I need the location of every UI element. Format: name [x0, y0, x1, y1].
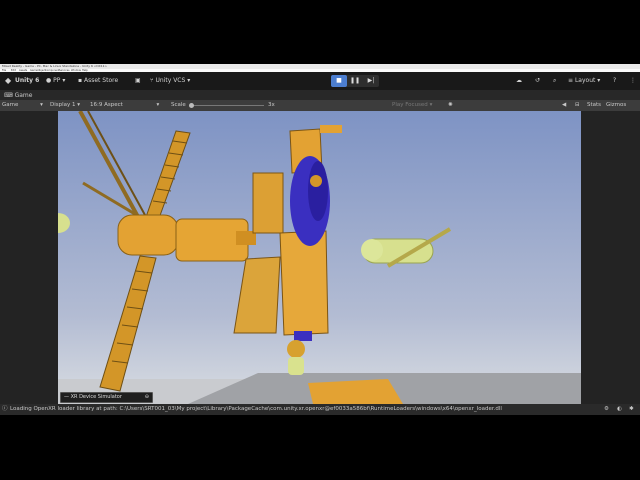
blue-connector — [294, 331, 312, 341]
scale-slider-handle[interactable] — [189, 103, 194, 108]
stats-button[interactable]: Stats — [587, 102, 601, 109]
settings-gear-icon[interactable]: ✺ — [448, 102, 453, 109]
node-block — [252, 172, 284, 234]
play-focused-label: Play Focused — [392, 102, 428, 108]
gamepad-icon: ⌨ — [4, 92, 13, 99]
layout-label: Layout — [574, 77, 596, 84]
account-icon: ● — [46, 77, 52, 84]
layers-button[interactable]: ≡ Layout ▾ — [568, 76, 600, 86]
scale-slider[interactable] — [189, 103, 264, 108]
game-viewport[interactable]: — XR Device Simulator ⊖ — [58, 111, 581, 404]
shortcut-icon[interactable]: ⊟ — [575, 102, 580, 109]
scale-value: 3x — [268, 102, 275, 108]
mute-audio-icon[interactable]: ◀ — [562, 102, 566, 109]
display-label: Display 1 — [50, 102, 76, 108]
asset-store-button[interactable]: ▪ Asset Store — [78, 76, 118, 86]
search-icon[interactable]: ⌕ — [553, 76, 556, 86]
main-toolbar: ◆ Unity 6 ● PP ▾ ▪ Asset Store ▣ ⑂ Unity… — [0, 72, 640, 90]
aspect-label: 16:9 Aspect — [90, 102, 123, 108]
play-button[interactable]: ■ — [331, 75, 347, 87]
game-view-toolbar: Game ▾ Display 1 ▾ 16:9 Aspect ▾ Scale 3… — [0, 100, 640, 111]
vcs-button[interactable]: ⑂ Unity VCS ▾ — [150, 76, 190, 86]
simulator-label: XR Device Simulator — [70, 394, 122, 400]
aspect-dropdown[interactable]: 16:9 Aspect ▾ — [90, 102, 159, 109]
mode-dropdown[interactable]: Game ▾ — [2, 102, 43, 109]
chevron-down-icon: ▾ — [597, 77, 601, 84]
help-icon[interactable]: ? — [613, 76, 616, 86]
cloud-icon[interactable]: ☁ — [516, 76, 522, 86]
upper-boom — [320, 125, 342, 133]
tab-game[interactable]: ⌨ Game — [4, 91, 32, 100]
asset-store-label: Asset Store — [84, 77, 119, 84]
layers-icon: ≡ — [568, 77, 574, 84]
play-focused-dropdown[interactable]: Play Focused ▾ — [392, 102, 432, 109]
display-dropdown[interactable]: Display 1 ▾ — [50, 102, 80, 109]
more-menu-icon[interactable]: ⋮ — [630, 76, 636, 86]
scene-render — [58, 111, 581, 404]
foreground-beam — [308, 379, 403, 404]
unity-version-label[interactable]: Unity 6 — [15, 76, 39, 86]
module-left — [117, 214, 179, 256]
solar-panel-right — [279, 230, 329, 336]
chevron-down-icon: ▾ — [62, 77, 66, 84]
status-message[interactable]: Loading OpenXR loader library at path: C… — [10, 404, 502, 415]
tab-game-label: Game — [14, 92, 33, 99]
pause-button[interactable]: ❚❚ — [347, 75, 363, 87]
game-tab-bar: ⌨ Game — [0, 90, 640, 100]
account-button[interactable]: ● PP ▾ — [46, 76, 65, 86]
chevron-down-icon: ▾ — [40, 102, 43, 108]
chevron-down-icon: ▾ — [77, 102, 81, 108]
info-icon: ⓘ — [2, 406, 8, 412]
progress-icon[interactable]: ◐ — [617, 404, 622, 415]
vcs-icon: ⑂ — [150, 77, 154, 84]
debug-icon[interactable]: ⚙ — [604, 404, 609, 415]
scale-label: Scale — [171, 102, 186, 108]
status-bar: ⓘ Loading OpenXR loader library at path:… — [0, 404, 640, 415]
bug-icon[interactable]: ✱ — [629, 404, 634, 415]
simulator-toggle-icon[interactable]: ⊖ — [145, 393, 149, 402]
cloud-build-icon[interactable]: ▣ — [135, 76, 141, 86]
gizmos-button[interactable]: Gizmos — [606, 102, 626, 109]
soyuz-orbital — [361, 239, 383, 261]
simulator-collapse-icon: — — [64, 394, 69, 400]
chevron-down-icon: ▾ — [187, 77, 191, 84]
xr-device-simulator-panel[interactable]: — XR Device Simulator ⊖ — [60, 392, 153, 403]
store-icon: ▪ — [78, 77, 83, 84]
play-controls: ■ ❚❚ ▶| — [331, 75, 379, 87]
hanging-canister — [288, 357, 304, 375]
mode-label: Game — [2, 102, 19, 108]
account-label: PP — [53, 77, 61, 84]
chevron-down-icon: ▾ — [156, 102, 160, 108]
chevron-down-icon: ▾ — [429, 102, 433, 108]
vcs-label: Unity VCS — [155, 77, 186, 84]
gold-pod — [287, 340, 305, 358]
unity-logo-icon: ◆ — [5, 76, 12, 85]
blue-module-shade — [308, 161, 328, 221]
gold-emblem — [310, 175, 322, 187]
history-icon[interactable]: ↺ — [535, 76, 540, 86]
step-button[interactable]: ▶| — [363, 75, 379, 87]
